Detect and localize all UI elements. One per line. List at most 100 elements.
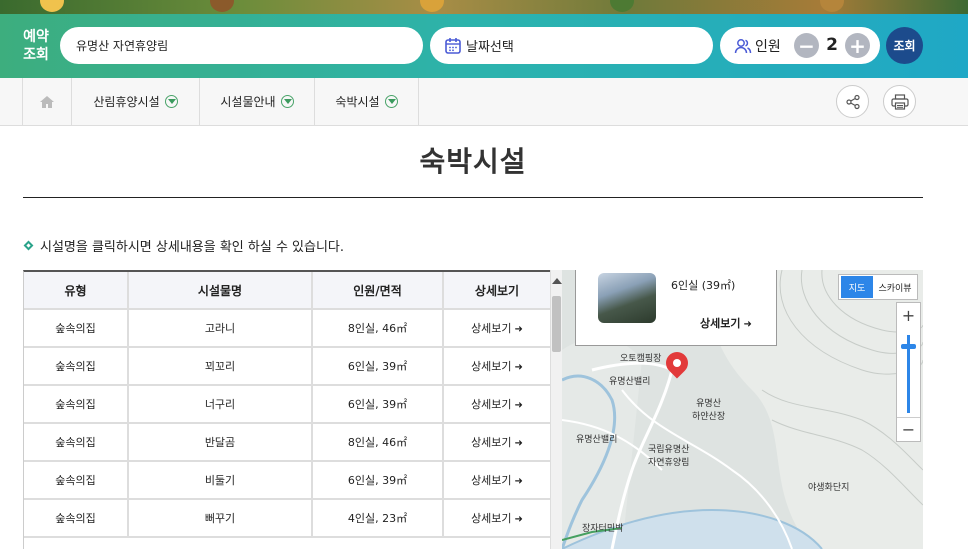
cell-facility-name[interactable]: 고라니 [128,309,313,348]
column-header: 유형 [24,272,129,310]
arrow-right-icon: ➜ [514,362,523,373]
hint-label: 시설명을 클릭하시면 상세내용을 확인 하실 수 있습니다. [40,240,345,255]
arrow-right-icon: ➜ [514,400,523,411]
page-title: 숙박시설 [419,145,527,178]
people-icon [734,38,752,53]
cell-capacity: 8인실, 46㎡ [312,423,444,462]
facility-table: 유형 시설물명 인원/면적 상세보기 숲속의집 고라니 8인실, 46㎡ 상세보기 ➜ 숲… [23,270,550,549]
place-select[interactable]: 유명산 자연휴양림 [60,27,423,64]
cell-facility-name[interactable]: 비둘기 [128,461,313,500]
cell-capacity: 4인실, 23㎡ [312,499,444,538]
arrow-right-icon: ➜ [514,514,523,525]
scroll-up-icon[interactable] [552,278,562,284]
table-header-row: 유형 시설물명 인원/면적 상세보기 [24,272,550,310]
table-row: 숲속의집 고라니 8인실, 46㎡ 상세보기 ➜ [24,309,550,348]
nav-item-lodging[interactable]: 숙박시설 [315,78,419,125]
detail-label: 상세보기 [471,436,512,449]
share-icon [845,94,860,109]
scrollbar-thumb[interactable] [552,296,561,352]
nav-label: 시설물안내 [220,95,276,109]
map-type-map[interactable]: 지도 [841,276,873,298]
chevron-down-icon [164,95,178,108]
popup-detail-label: 상세보기 [700,317,741,330]
map-label-valley: 유명산밸리 [576,435,618,445]
detail-link[interactable]: 상세보기 ➜ [443,423,550,462]
reservation-label: 예약 조회 [23,29,49,63]
chevron-down-icon [280,95,294,108]
cell-type: 숲속의집 [24,461,129,500]
cell-capacity: 6인실, 39㎡ [312,461,444,500]
cell-capacity: 8인실, 46㎡ [312,309,444,348]
title-divider [23,197,923,198]
home-button[interactable] [22,78,72,125]
cell-type: 숲속의집 [24,385,129,424]
top-banner [0,0,968,14]
search-button[interactable]: 조회 [886,27,923,64]
arrow-right-icon: ➜ [514,476,523,487]
cell-facility-name[interactable]: 너구리 [128,385,313,424]
popup-capacity: 6인실 (39㎡) [671,279,736,292]
cell-type: 숲속의집 [24,347,129,386]
zoom-in-button[interactable]: + [897,303,920,327]
map-label-lodge: 유명산 하얀산장 [692,399,726,422]
nav-label: 산림휴양시설 [93,95,160,109]
share-button[interactable] [836,85,869,118]
table-row: 숲속의집 반달곰 8인실, 46㎡ 상세보기 ➜ [24,423,550,462]
cell-type: 숲속의집 [24,423,129,462]
detail-label: 상세보기 [471,474,512,487]
nav-item-facility-guide[interactable]: 시설물안내 [200,78,315,125]
map-type-skyview[interactable]: 스카이뷰 [873,281,917,294]
table-scrollbar[interactable] [550,270,562,549]
table-row: 숲속의집 뻐꾸기 4인실, 23㎡ 상세보기 ➜ [24,499,550,538]
cell-capacity: 6인실, 39㎡ [312,385,444,424]
reservation-bar: 예약 조회 유명산 자연휴양림 날짜선택 인원 − 2 + 조회 [0,14,968,78]
map-view[interactable]: 오토캠핑장 유명산밸리 유명산 하얀산장 유명산밸리 국립유명산 자연휴양림 야… [562,270,923,549]
decrease-people-button[interactable]: − [794,33,819,58]
table-row: 숲속의집 너구리 6인실, 39㎡ 상세보기 ➜ [24,385,550,424]
cell-facility-name[interactable]: 반달곰 [128,423,313,462]
detail-label: 상세보기 [471,322,512,335]
map-label-farm: 야생화단지 [808,483,850,493]
cell-facility-name[interactable]: 꾀꼬리 [128,347,313,386]
detail-label: 상세보기 [471,512,512,525]
increase-people-button[interactable]: + [845,33,870,58]
map-label-valley: 유명산밸리 [609,377,651,387]
zoom-slider-handle[interactable] [901,344,916,349]
date-select[interactable]: 날짜선택 [430,27,713,64]
detail-link[interactable]: 상세보기 ➜ [443,461,550,500]
date-label: 날짜선택 [466,40,514,55]
detail-link[interactable]: 상세보기 ➜ [443,309,550,348]
detail-label: 상세보기 [471,398,512,411]
cell-facility-name[interactable]: 뻐꾸기 [128,499,313,538]
arrow-right-icon: ➜ [514,438,523,449]
map-type-control: 지도 스카이뷰 [838,274,918,300]
people-label: 인원 [755,38,781,55]
map-label-camp: 오토캠핑장 [620,354,662,364]
detail-link[interactable]: 상세보기 ➜ [443,385,550,424]
calendar-icon [445,37,461,54]
zoom-control: + − [896,302,921,442]
column-header: 시설물명 [128,272,313,310]
arrow-right-icon: ➜ [514,324,523,335]
popup-detail-link[interactable]: 상세보기 ➜ [700,315,752,331]
people-selector: 인원 − 2 + [720,27,880,64]
place-value: 유명산 자연휴양림 [76,39,169,53]
map-label-forest: 국립유명산 자연휴양림 [648,445,690,468]
print-button[interactable] [883,85,916,118]
map-label-minbak: 장자터민박 [582,524,624,534]
print-icon [890,93,909,110]
cabin-thumbnail [598,273,656,323]
hint-text: 시설명을 클릭하시면 상세내용을 확인 하실 수 있습니다. [23,236,344,255]
home-icon [40,95,54,108]
chevron-down-icon [384,95,398,108]
breadcrumb-nav: 산림휴양시설 시설물안내 숙박시설 [0,78,968,126]
table-row: 숲속의집 비둘기 6인실, 39㎡ 상세보기 ➜ [24,461,550,500]
detail-link[interactable]: 상세보기 ➜ [443,499,550,538]
detail-label: 상세보기 [471,360,512,373]
nav-item-recreation[interactable]: 산림휴양시설 [72,78,200,125]
zoom-out-button[interactable]: − [897,417,920,441]
table-row: 숲속의집 꾀꼬리 6인실, 39㎡ 상세보기 ➜ [24,347,550,386]
map-info-popup: 6인실 (39㎡) 상세보기 ➜ [575,270,777,346]
detail-link[interactable]: 상세보기 ➜ [443,347,550,386]
diamond-icon [23,240,34,251]
